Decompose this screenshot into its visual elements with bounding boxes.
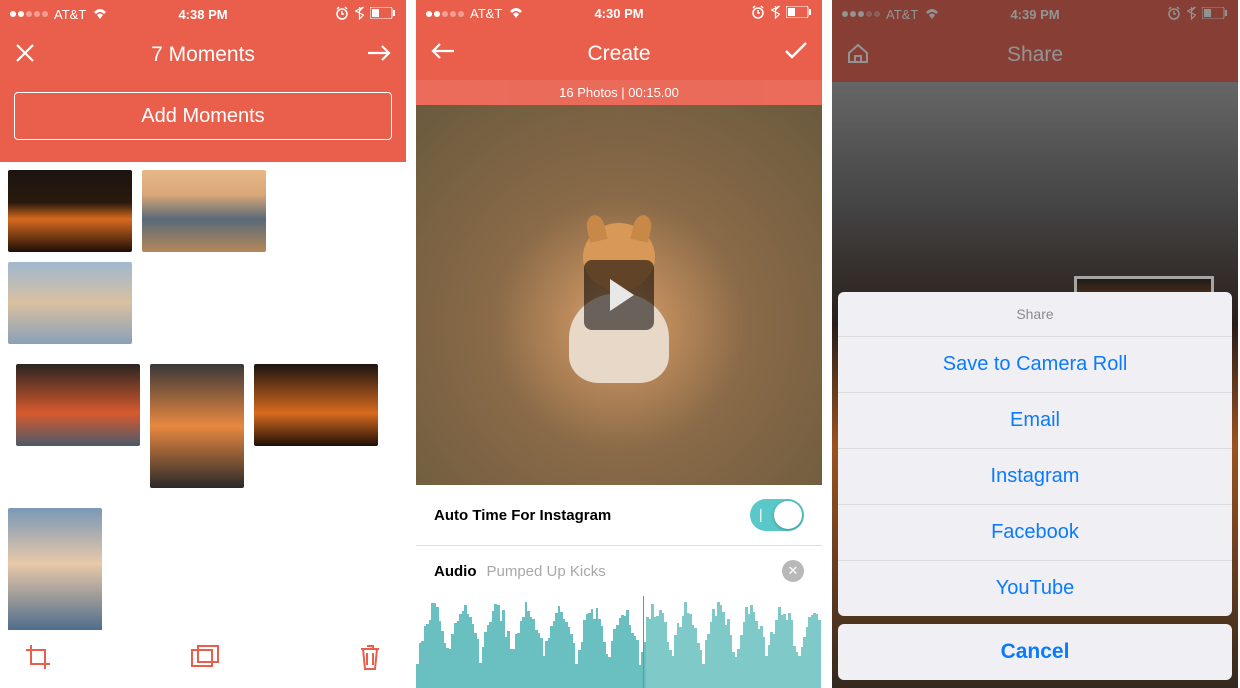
action-sheet: Share Save to Camera Roll Email Instagra… <box>838 292 1232 688</box>
add-moments-button[interactable]: Add Moments <box>14 92 392 140</box>
moment-thumb[interactable] <box>150 364 244 488</box>
back-icon[interactable] <box>430 42 456 65</box>
close-icon[interactable] <box>14 42 36 69</box>
audio-waveform[interactable] <box>416 596 822 688</box>
crop-icon[interactable] <box>24 643 52 676</box>
clock-label: 4:30 PM <box>555 6 684 21</box>
share-option-facebook[interactable]: Facebook <box>838 505 1232 561</box>
battery-icon <box>786 6 812 21</box>
share-option-email[interactable]: Email <box>838 393 1232 449</box>
battery-icon <box>370 7 396 22</box>
check-icon[interactable] <box>784 42 808 65</box>
page-title: Create <box>470 42 768 66</box>
page-title: 7 Moments <box>54 43 352 67</box>
playhead-indicator[interactable] <box>643 596 644 688</box>
auto-time-row: Auto Time For Instagram <box>416 485 822 545</box>
moment-thumb[interactable] <box>142 170 266 252</box>
status-bar: AT&T 4:30 PM <box>416 0 822 27</box>
nav-bar: 7 Moments <box>0 28 406 82</box>
trash-icon[interactable] <box>358 643 382 676</box>
moment-thumb[interactable] <box>16 364 140 446</box>
share-option-youtube[interactable]: YouTube <box>838 561 1232 616</box>
status-bar: AT&T 4:38 PM <box>0 0 406 28</box>
moments-gallery[interactable] <box>0 162 406 630</box>
moment-thumb[interactable] <box>8 262 132 344</box>
audio-label: Audio <box>434 563 477 580</box>
wifi-icon <box>508 6 524 21</box>
arrow-right-icon[interactable] <box>366 44 392 67</box>
alarm-icon <box>335 6 349 23</box>
share-option-instagram[interactable]: Instagram <box>838 449 1232 505</box>
audio-track-name: Pumped Up Kicks <box>487 563 606 580</box>
signal-icon <box>426 11 464 17</box>
signal-icon <box>10 11 48 17</box>
video-preview[interactable] <box>416 105 822 485</box>
play-icon <box>610 279 634 311</box>
moment-thumb[interactable] <box>8 508 102 630</box>
nav-bar: Create <box>416 27 822 80</box>
play-button[interactable] <box>584 260 654 330</box>
audio-row[interactable]: Audio Pumped Up Kicks ✕ <box>416 546 822 596</box>
carrier-label: AT&T <box>54 7 86 22</box>
bluetooth-icon <box>355 6 364 23</box>
info-bar: 16 Photos | 00:15.00 <box>416 80 822 105</box>
carrier-label: AT&T <box>470 6 502 21</box>
duplicate-icon[interactable] <box>190 644 220 675</box>
screen-moments: AT&T 4:38 PM 7 Moments Add Moments <box>0 0 406 688</box>
clock-label: 4:38 PM <box>139 7 268 22</box>
screen-share: AT&T 4:39 PM Share Share Save to Camera … <box>832 0 1238 688</box>
cancel-button[interactable]: Cancel <box>838 624 1232 680</box>
wifi-icon <box>92 7 108 22</box>
auto-time-label: Auto Time For Instagram <box>434 507 611 524</box>
sheet-title: Share <box>838 292 1232 337</box>
share-option-camera-roll[interactable]: Save to Camera Roll <box>838 337 1232 393</box>
screen-create: AT&T 4:30 PM Create 16 Photos | 00:15.00… <box>416 0 822 688</box>
alarm-icon <box>751 5 765 22</box>
moment-thumb[interactable] <box>254 364 378 446</box>
add-moments-bar: Add Moments <box>0 82 406 162</box>
auto-time-toggle[interactable] <box>750 499 804 531</box>
clear-audio-icon[interactable]: ✕ <box>782 560 804 582</box>
bluetooth-icon <box>771 5 780 22</box>
bottom-toolbar <box>0 630 406 688</box>
moment-thumb[interactable] <box>8 170 132 252</box>
